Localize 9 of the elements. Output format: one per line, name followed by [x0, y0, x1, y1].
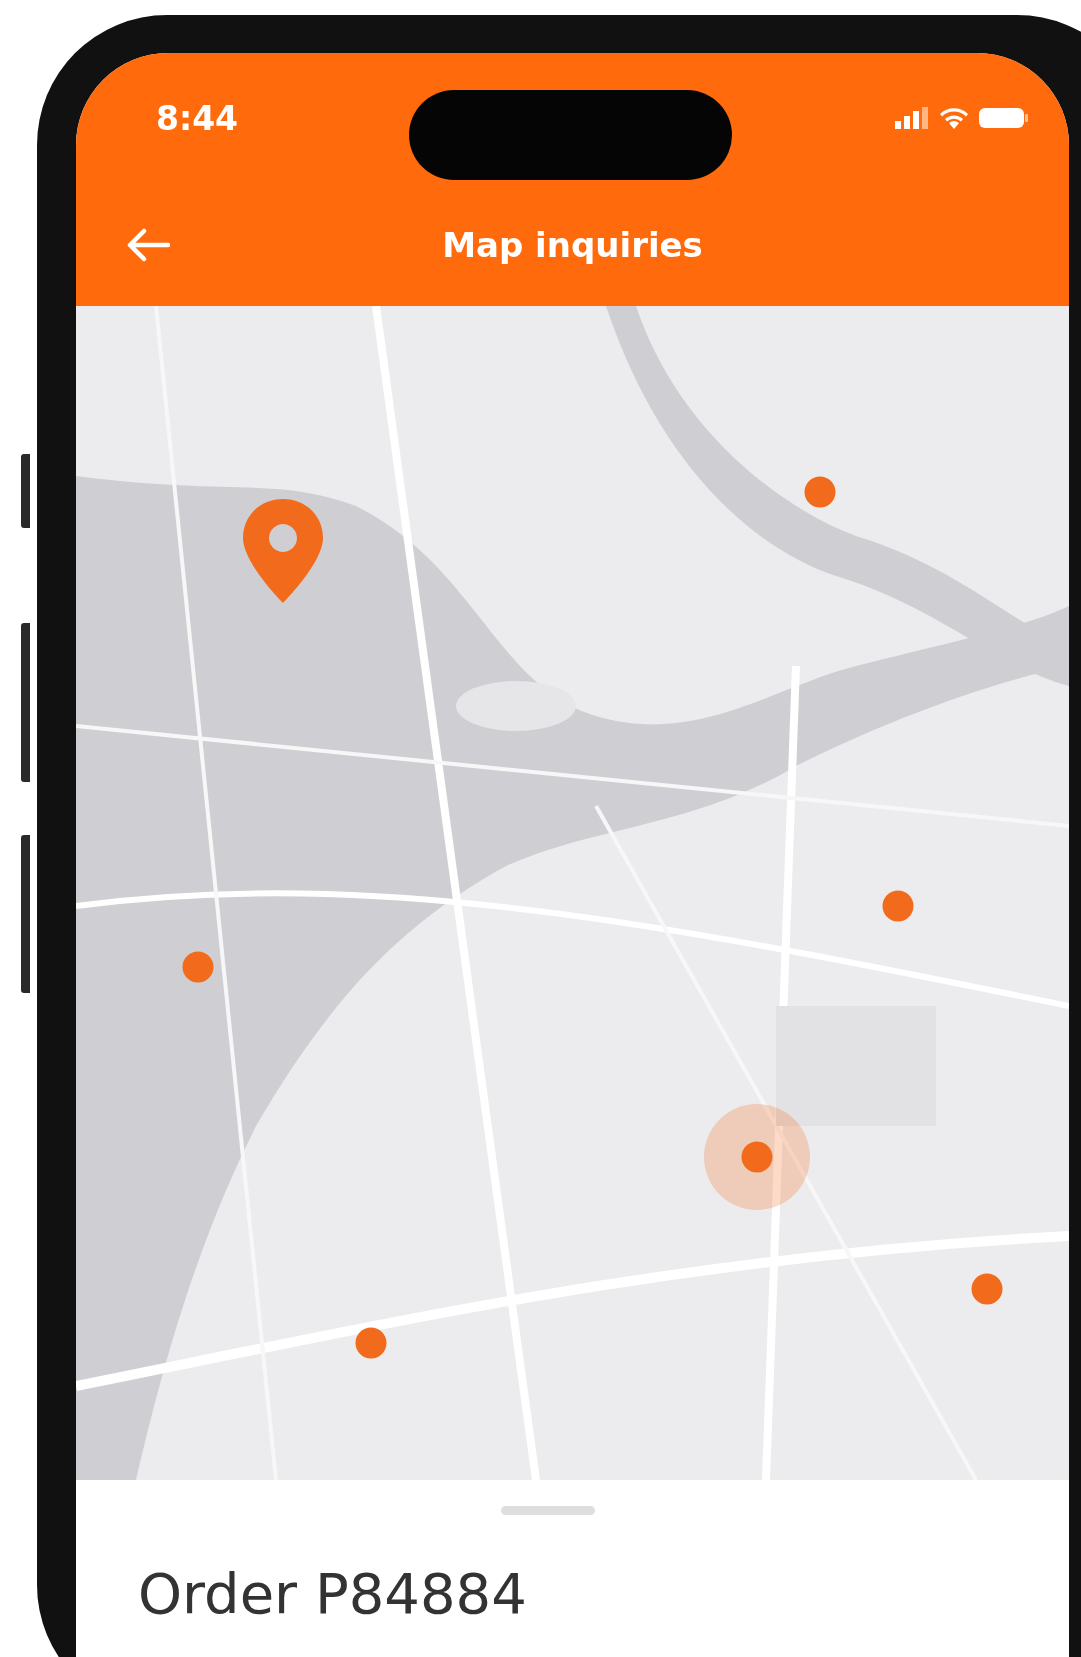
signal-icon [895, 107, 929, 129]
status-time: 8:44 [156, 98, 239, 138]
battery-icon [979, 107, 1029, 129]
sheet-handle[interactable] [500, 1506, 595, 1515]
wifi-icon [939, 107, 969, 129]
map-pin-icon[interactable] [241, 497, 325, 605]
screen-title: Map inquiries [442, 224, 703, 265]
back-arrow-icon[interactable] [126, 227, 170, 262]
order-title: Order P84884 [138, 1561, 527, 1626]
